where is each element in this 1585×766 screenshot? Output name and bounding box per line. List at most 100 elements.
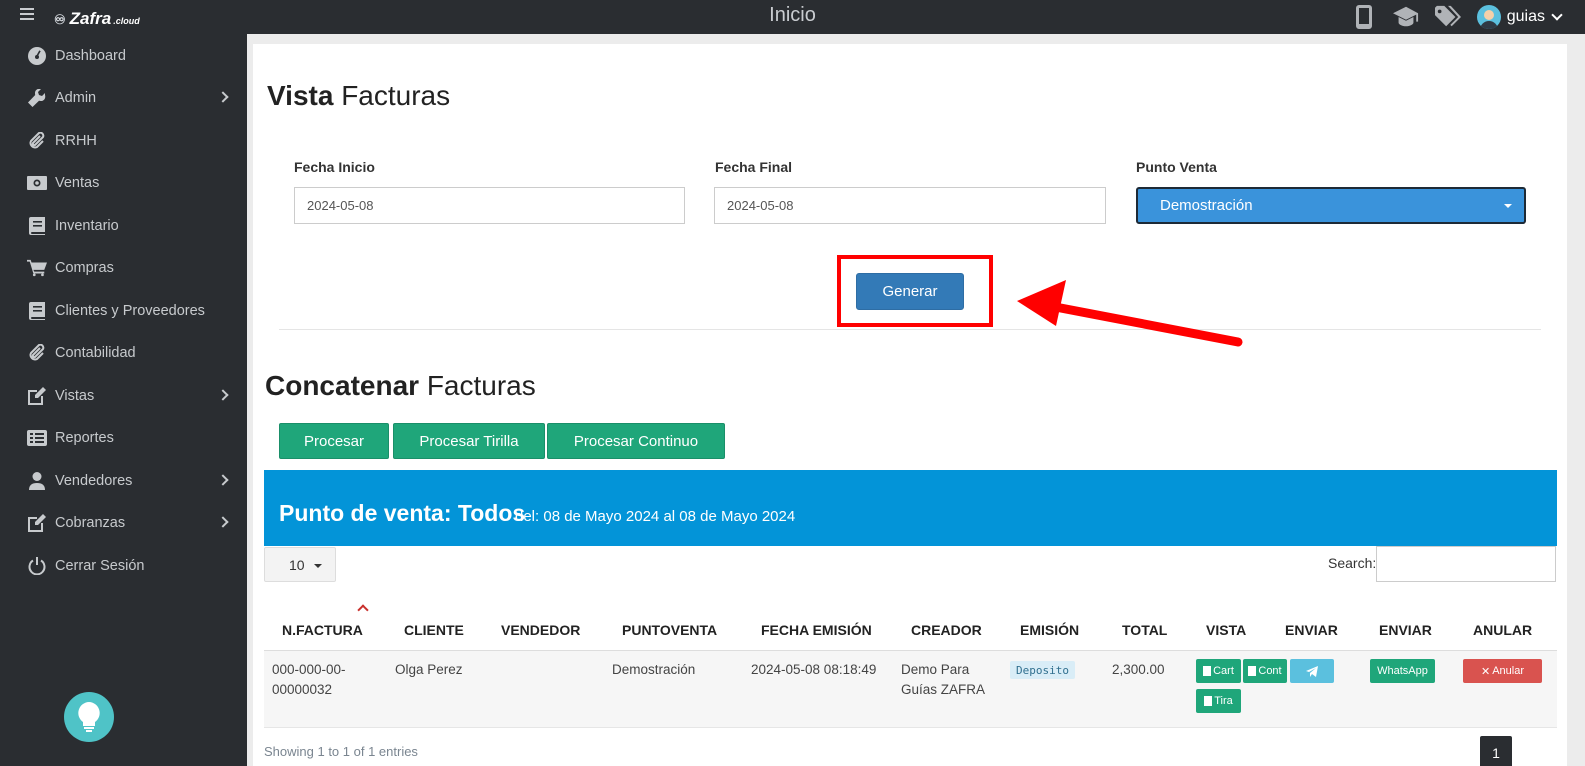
creador-line2: Guías ZAFRA (901, 682, 986, 697)
procesar-tirilla-button[interactable]: Procesar Tirilla (393, 423, 545, 459)
sidebar-item-reportes[interactable]: Reportes (0, 420, 247, 456)
heading-bold: Concatenar (265, 370, 420, 401)
col-emision[interactable]: EMISIÓN (1020, 622, 1079, 638)
power-icon (27, 556, 47, 576)
concatenar-facturas-heading: Concatenar Facturas (265, 370, 536, 402)
banner-subtitle: del: 08 de Mayo 2024 al 08 de Mayo 2024 (515, 508, 796, 525)
sidebar-item-label: Ventas (55, 175, 100, 191)
heading-rest: Facturas (341, 80, 451, 111)
button-label: Cart (1213, 665, 1234, 677)
col-cliente[interactable]: CLIENTE (404, 622, 464, 638)
book-icon (27, 301, 47, 321)
sidebar-item-label: Vistas (55, 388, 95, 404)
sidebar-item-label: Dashboard (55, 48, 126, 64)
sidebar-item-clientes-proveedores[interactable]: Clientes y Proveedores (0, 293, 247, 329)
sidebar-item-cerrar-sesion[interactable]: Cerrar Sesión (0, 548, 247, 584)
money-icon (27, 173, 47, 193)
sidebar-item-inventario[interactable]: Inventario (0, 208, 247, 244)
user-icon (27, 471, 47, 491)
creador-line1: Demo Para (901, 662, 970, 677)
content-panel: Vista Facturas Fecha Inicio 2024-05-08 F… (253, 44, 1567, 766)
chevron-right-icon (217, 516, 229, 528)
anular-button[interactable]: ✕ Anular (1463, 659, 1542, 683)
page-title: Inicio (769, 4, 816, 26)
sidebar-item-compras[interactable]: Compras (0, 250, 247, 286)
procesar-continuo-button[interactable]: Procesar Continuo (547, 423, 725, 459)
sidebar-item-vendedores[interactable]: Vendedores (0, 463, 247, 499)
col-total[interactable]: TOTAL (1122, 622, 1167, 638)
chevron-down-icon (1551, 9, 1563, 21)
page-length-select[interactable]: 10 (264, 547, 336, 582)
col-anular[interactable]: ANULAR (1473, 622, 1532, 638)
fecha-inicio-input[interactable]: 2024-05-08 (294, 187, 685, 224)
sidebar-item-label: Contabilidad (55, 345, 136, 361)
punto-venta-selected: Demostración (1160, 197, 1253, 214)
wrench-icon (27, 88, 47, 108)
sidebar-item-label: Admin (55, 90, 97, 106)
vista-tira-button[interactable]: Tira (1196, 689, 1241, 713)
sidebar-item-label: Reportes (55, 430, 114, 446)
close-icon: ✕ (1480, 665, 1491, 678)
sidebar-item-label: Clientes y Proveedores (55, 303, 205, 319)
col-puntoventa[interactable]: PUNTOVENTA (622, 622, 717, 638)
top-bar: ♾ Zafra .cloud Inicio guias (0, 0, 1585, 34)
user-menu[interactable]: guias (1476, 5, 1563, 29)
cell-puntoventa: Demostración (612, 662, 696, 677)
main-content: Vista Facturas Fecha Inicio 2024-05-08 F… (247, 34, 1585, 766)
sidebar-item-label: Cerrar Sesión (55, 558, 145, 574)
vista-cont-button[interactable]: Cont (1243, 659, 1287, 683)
file-icon (1203, 666, 1212, 676)
paper-plane-icon (1306, 665, 1318, 677)
user-name: guias (1506, 8, 1545, 25)
list-icon (27, 428, 47, 448)
col-vista[interactable]: VISTA (1206, 622, 1246, 638)
sidebar-item-rrhh[interactable]: RRHH (0, 123, 247, 159)
mobile-icon[interactable] (1351, 4, 1377, 30)
send-telegram-button[interactable] (1290, 659, 1334, 683)
pagination-page-1[interactable]: 1 (1480, 736, 1512, 766)
chevron-right-icon (217, 91, 229, 103)
cell-creador: Demo Para Guías ZAFRA (901, 660, 985, 700)
divider (279, 329, 1541, 330)
generar-button[interactable]: Generar (856, 273, 964, 310)
button-label: Tira (1214, 695, 1233, 707)
col-vendedor[interactable]: VENDEDOR (501, 622, 580, 638)
file-icon (1248, 666, 1257, 676)
lightbulb-icon[interactable] (64, 692, 114, 742)
sidebar-item-cobranzas[interactable]: Cobranzas (0, 505, 247, 541)
sort-asc-icon[interactable] (357, 604, 369, 616)
heading-rest: Facturas (426, 370, 536, 401)
vista-facturas-heading: Vista Facturas (267, 80, 450, 112)
heading-bold: Vista (267, 80, 334, 111)
sidebar-item-ventas[interactable]: Ventas (0, 165, 247, 201)
top-icons: guias (1351, 2, 1563, 32)
book-icon (27, 216, 47, 236)
banner-title: Punto de venta: Todos (279, 500, 526, 526)
report-banner: Punto de venta: Todos del: 08 de Mayo 20… (264, 470, 1557, 546)
whatsapp-button[interactable]: WhatsApp (1370, 659, 1435, 683)
tags-icon[interactable] (1434, 4, 1461, 30)
edit-icon (27, 513, 47, 533)
search-label: Search: (1328, 555, 1377, 571)
nfactura-line1: 000-000-00- (272, 662, 346, 677)
paperclip-icon (27, 131, 47, 151)
col-fecha-emision[interactable]: FECHA EMISIÓN (761, 622, 872, 638)
sidebar-item-contabilidad[interactable]: Contabilidad (0, 335, 247, 371)
col-nfactura[interactable]: N.FACTURA (282, 622, 363, 638)
sidebar-item-vistas[interactable]: Vistas (0, 378, 247, 414)
procesar-button[interactable]: Procesar (279, 423, 389, 459)
sidebar-item-dashboard[interactable]: Dashboard (0, 38, 247, 74)
vista-cart-button[interactable]: Cart (1196, 659, 1241, 683)
edit-icon (27, 386, 47, 406)
sidebar-item-label: Inventario (55, 218, 119, 234)
sidebar-item-label: RRHH (55, 133, 97, 149)
graduation-cap-icon[interactable] (1392, 4, 1419, 30)
punto-venta-select[interactable]: Demostración (1136, 187, 1526, 224)
sidebar-item-label: Cobranzas (55, 515, 126, 531)
col-enviar[interactable]: ENVIAR (1285, 622, 1338, 638)
col-creador[interactable]: CREADOR (911, 622, 982, 638)
search-input[interactable] (1376, 546, 1556, 582)
fecha-final-input[interactable]: 2024-05-08 (714, 187, 1106, 224)
sidebar-item-admin[interactable]: Admin (0, 80, 247, 116)
col-enviar-2[interactable]: ENVIAR (1379, 622, 1432, 638)
